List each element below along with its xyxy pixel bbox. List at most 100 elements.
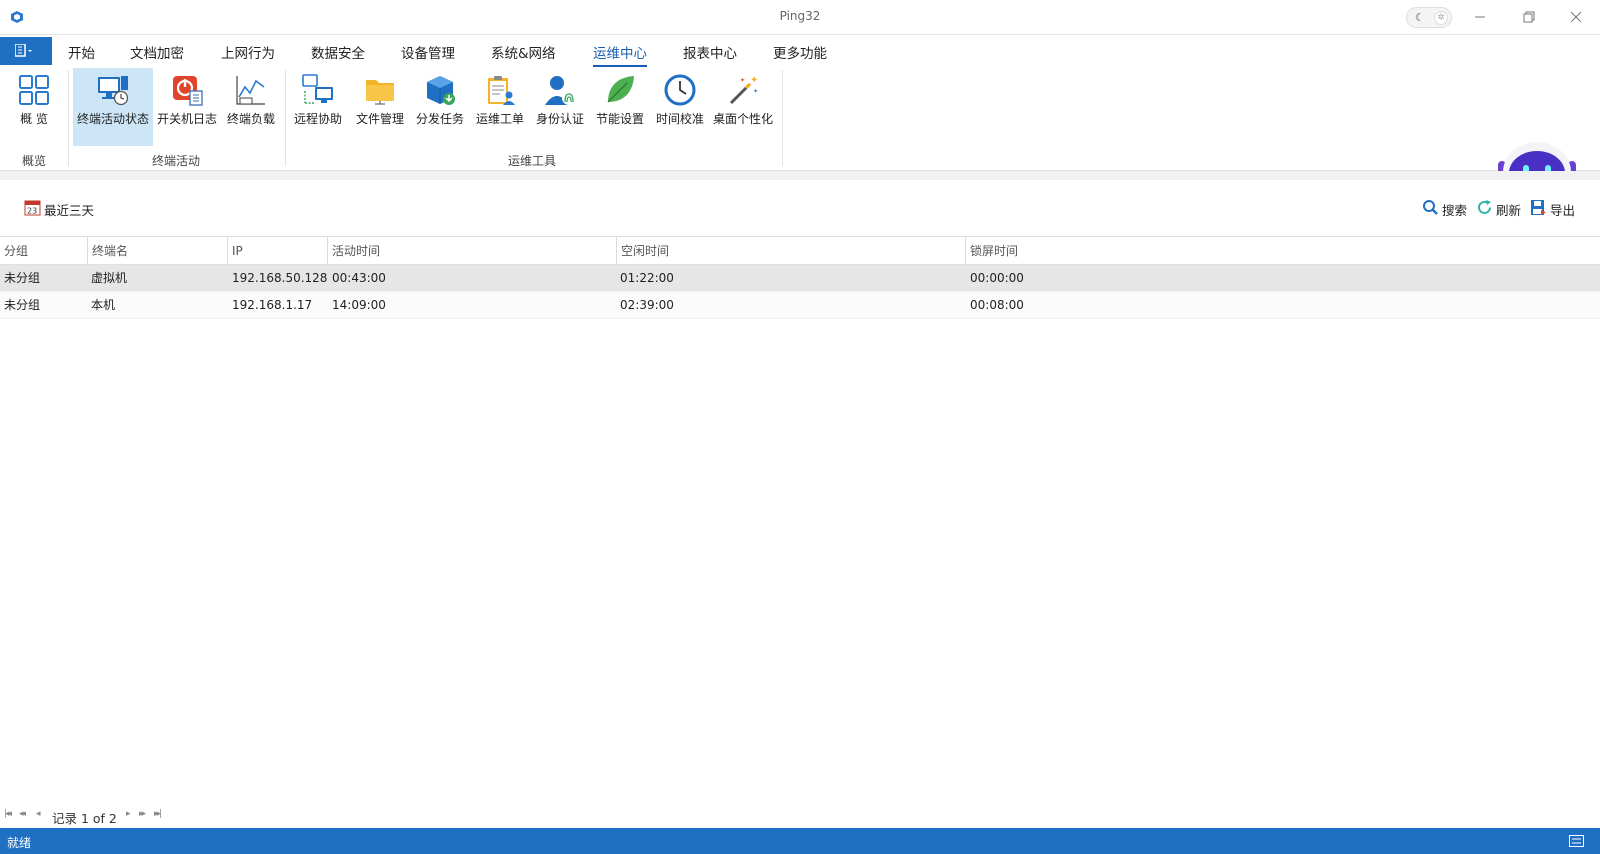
- prev-page-icon[interactable]: ◂: [36, 809, 40, 819]
- title-bar: Ping32 ☾ ✲: [0, 0, 1600, 35]
- terminal-activity-status-label: 终端活动状态: [76, 112, 149, 126]
- svg-text:✦: ✦: [753, 88, 758, 95]
- tab-more-features[interactable]: 更多功能: [773, 42, 827, 62]
- desktop-personalize-label: 桌面个性化: [712, 112, 773, 126]
- svg-text:✦: ✦: [750, 75, 758, 86]
- cell-terminal-name: 虚拟机: [91, 271, 128, 285]
- package-download-icon: [427, 76, 455, 105]
- calendar-icon: 23: [24, 200, 41, 216]
- column-header-group[interactable]: 分组: [0, 237, 87, 265]
- minimize-icon: [1475, 16, 1485, 18]
- refresh-icon: [1478, 200, 1491, 214]
- file-manage-label: 文件管理: [355, 112, 404, 126]
- minimize-button[interactable]: [1468, 6, 1492, 28]
- overview-grid-icon: [19, 75, 49, 105]
- identity-auth-label: 身份认证: [535, 112, 584, 126]
- group-label-ops-tools: 运维工具: [507, 154, 556, 168]
- status-bar: 就绪: [0, 828, 1600, 854]
- next-page-group-icon[interactable]: ▸▸: [139, 809, 146, 819]
- overview-label: 概 览: [20, 112, 48, 126]
- cell-ip: 192.168.50.128: [232, 271, 328, 285]
- restore-icon: [1523, 11, 1535, 23]
- ribbon: 概 览 概览 终端活动状态 开关机日志 终端负载 终端活动 远程协助 文件管理 …: [0, 67, 1600, 238]
- column-header-active-time[interactable]: 活动时间: [327, 237, 616, 265]
- close-button[interactable]: [1564, 6, 1588, 28]
- terminal-load-label: 终端负载: [226, 112, 275, 126]
- ribbon-divider: [782, 70, 783, 166]
- tab-data-security[interactable]: 数据安全: [311, 42, 365, 62]
- column-header-lock-time[interactable]: 锁屏时间: [965, 237, 1600, 265]
- window-title: Ping32: [779, 9, 821, 23]
- overview-button[interactable]: 概 览: [4, 68, 64, 146]
- desktop-personalize-button[interactable]: ✦ ✦ ✦ 桌面个性化: [710, 68, 776, 146]
- moon-icon: ☾: [1415, 11, 1425, 24]
- pager: |◂◂ ◂◂ ◂ 记录 1 of 2 ▸ ▸▸ ▸▸|: [0, 806, 600, 826]
- tab-start[interactable]: 开始: [68, 42, 95, 62]
- status-text: 就绪: [7, 836, 32, 850]
- table-row[interactable]: 未分组 本机 192.168.1.17 14:09:00 02:39:00 00…: [0, 292, 1600, 319]
- power-log-button[interactable]: 开关机日志: [155, 68, 219, 146]
- table-header: 分组 终端名 IP 活动时间 空闲时间 锁屏时间: [0, 237, 1600, 265]
- distribute-task-button[interactable]: 分发任务: [410, 68, 470, 146]
- tab-system-network[interactable]: 系统&网络: [491, 42, 556, 62]
- cell-lock-time: 00:08:00: [970, 298, 1024, 312]
- app-menu-button[interactable]: [0, 37, 52, 65]
- content-toolbar: 23 最近三天 搜索 刷新 导出: [0, 180, 1600, 237]
- app-menu-icon: [15, 44, 32, 57]
- search-label: 搜索: [1442, 203, 1468, 218]
- tab-web-behavior[interactable]: 上网行为: [221, 42, 275, 62]
- tab-device-mgmt[interactable]: 设备管理: [401, 42, 455, 62]
- time-sync-label: 时间校准: [655, 112, 704, 126]
- cell-idle-time: 02:39:00: [620, 298, 674, 312]
- restore-button[interactable]: [1516, 6, 1540, 28]
- cell-ip: 192.168.1.17: [232, 298, 313, 312]
- last-page-icon[interactable]: ▸▸|: [154, 809, 162, 819]
- sun-icon: ✲: [1434, 11, 1448, 25]
- group-label-overview: 概览: [21, 154, 46, 168]
- search-icon: [1423, 200, 1438, 215]
- folder-icon: [366, 80, 394, 105]
- time-sync-button[interactable]: 时间校准: [650, 68, 710, 146]
- file-manage-button[interactable]: 文件管理: [350, 68, 410, 146]
- monitor-clock-icon: [98, 76, 129, 106]
- ops-ticket-button[interactable]: 运维工单: [470, 68, 530, 146]
- tab-doc-encrypt[interactable]: 文档加密: [130, 42, 184, 62]
- export-save-icon: [1531, 200, 1546, 215]
- menu-bar: 开始 文档加密 上网行为 数据安全 设备管理 系统&网络 运维中心 报表中心 更…: [0, 35, 1600, 67]
- cell-group: 未分组: [4, 271, 41, 285]
- column-header-terminal-name[interactable]: 终端名: [87, 237, 227, 265]
- tab-ops-center[interactable]: 运维中心: [593, 42, 647, 67]
- remote-assist-button[interactable]: 远程协助: [288, 68, 348, 146]
- cell-active-time: 14:09:00: [332, 298, 386, 312]
- ribbon-divider: [68, 70, 69, 166]
- leaf-icon: [607, 76, 634, 103]
- terminal-load-button[interactable]: 终端负载: [221, 68, 281, 146]
- cell-group: 未分组: [4, 298, 41, 312]
- svg-text:✦: ✦: [740, 77, 745, 84]
- refresh-label: 刷新: [1496, 203, 1522, 218]
- distribute-task-label: 分发任务: [415, 112, 464, 126]
- first-page-icon[interactable]: |◂◂: [4, 809, 12, 819]
- column-header-ip[interactable]: IP: [227, 237, 327, 265]
- next-page-icon[interactable]: ▸: [126, 809, 130, 819]
- table-row[interactable]: 未分组 虚拟机 192.168.50.128 00:43:00 01:22:00…: [0, 265, 1600, 292]
- terminal-activity-status-button[interactable]: 终端活动状态: [73, 68, 153, 146]
- ribbon-divider: [285, 70, 286, 166]
- export-label: 导出: [1550, 203, 1576, 218]
- identity-auth-button[interactable]: 身份认证: [530, 68, 590, 146]
- cell-idle-time: 01:22:00: [620, 271, 674, 285]
- magic-wand-icon: ✦ ✦ ✦: [729, 75, 758, 105]
- clock-icon: [664, 74, 696, 106]
- energy-saving-button[interactable]: 节能设置: [590, 68, 650, 146]
- tab-report-center[interactable]: 报表中心: [683, 42, 737, 62]
- ops-ticket-label: 运维工单: [475, 112, 524, 126]
- close-icon: [1570, 11, 1582, 23]
- cell-lock-time: 00:00:00: [970, 271, 1024, 285]
- ribbon-bottom-band: [0, 171, 1600, 180]
- column-header-idle-time[interactable]: 空闲时间: [616, 237, 965, 265]
- prev-page-group-icon[interactable]: ◂◂: [19, 809, 26, 819]
- keyboard-icon[interactable]: [1569, 835, 1584, 847]
- theme-toggle[interactable]: ☾ ✲: [1406, 7, 1452, 28]
- power-log-icon: [173, 76, 203, 106]
- cell-active-time: 00:43:00: [332, 271, 386, 285]
